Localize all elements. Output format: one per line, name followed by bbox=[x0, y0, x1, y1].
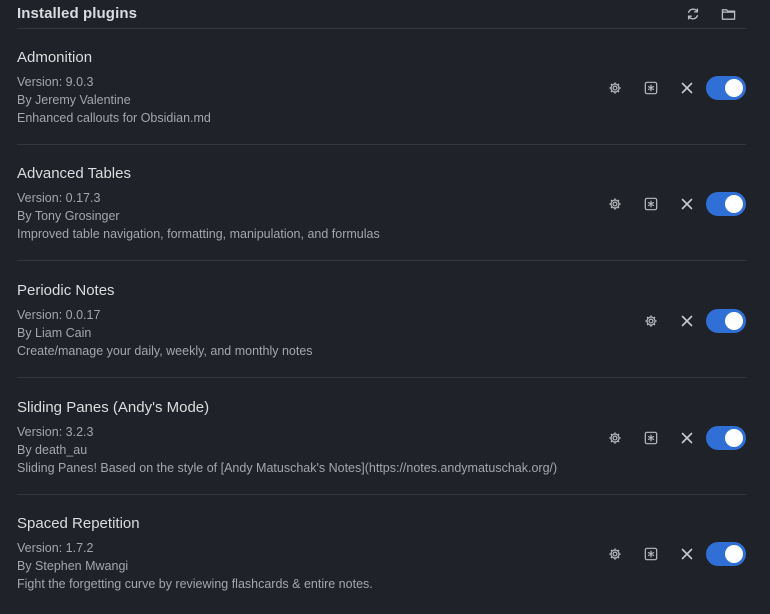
divider bbox=[17, 377, 746, 378]
divider bbox=[17, 260, 746, 261]
hotkeys-icon[interactable] bbox=[640, 427, 662, 449]
hotkeys-icon[interactable] bbox=[640, 543, 662, 565]
section-header: Installed plugins bbox=[17, 0, 746, 29]
plugin-description: Fight the forgetting curve by reviewing … bbox=[17, 577, 373, 591]
close-icon[interactable] bbox=[676, 310, 698, 332]
plugin-name: Admonition bbox=[17, 49, 93, 66]
folder-icon[interactable] bbox=[720, 6, 736, 22]
plugin-author: By Jeremy Valentine bbox=[17, 93, 131, 107]
section-title: Installed plugins bbox=[17, 5, 138, 22]
plugin-author: By Stephen Mwangi bbox=[17, 559, 129, 573]
gear-icon[interactable] bbox=[604, 193, 626, 215]
gear-icon[interactable] bbox=[604, 77, 626, 99]
plugin-item: Admonition Version: 9.0.3 By Jeremy Valent… bbox=[17, 29, 746, 145]
plugin-name: Sliding Panes (Andy's Mode) bbox=[17, 399, 210, 416]
plugin-description: Sliding Panes! Based on the style of [An… bbox=[17, 461, 558, 475]
plugin-item: Advanced Tables Version: 0.17.3 By Tony Gr… bbox=[17, 145, 746, 261]
close-icon[interactable] bbox=[676, 427, 698, 449]
plugin-version: Version: 1.7.2 bbox=[17, 541, 94, 555]
plugin-enable-toggle[interactable] bbox=[706, 426, 746, 450]
gear-icon[interactable] bbox=[604, 427, 626, 449]
plugin-version: Version: 9.0.3 bbox=[17, 75, 94, 89]
plugin-description: Create/manage your daily, weekly, and mo… bbox=[17, 344, 313, 358]
plugin-version: Version: 0.0.17 bbox=[17, 308, 101, 322]
close-icon[interactable] bbox=[676, 543, 698, 565]
plugin-description: Enhanced callouts for Obsidian.md bbox=[17, 111, 211, 125]
close-icon[interactable] bbox=[676, 193, 698, 215]
plugin-item: Sliding Panes (Andy's Mode) Version: 3.2.… bbox=[17, 379, 746, 495]
plugin-name: Spaced Repetition bbox=[17, 515, 140, 532]
plugin-author: By Liam Cain bbox=[17, 326, 92, 340]
toggle-knob bbox=[725, 195, 743, 213]
hotkeys-icon[interactable] bbox=[640, 193, 662, 215]
installed-plugins-panel: Installed plugins Admonition Version: 9.0… bbox=[0, 0, 770, 614]
plugin-enable-toggle[interactable] bbox=[706, 542, 746, 566]
reload-icon[interactable] bbox=[685, 6, 701, 22]
plugin-version: Version: 3.2.3 bbox=[17, 425, 94, 439]
plugin-description: Improved table navigation, formatting, m… bbox=[17, 227, 380, 241]
toggle-knob bbox=[725, 545, 743, 563]
plugin-item: Spaced Repetition Version: 1.7.2 By Stephe… bbox=[17, 495, 746, 611]
toggle-knob bbox=[725, 429, 743, 447]
plugin-name: Periodic Notes bbox=[17, 282, 115, 299]
toggle-knob bbox=[725, 312, 743, 330]
plugin-enable-toggle[interactable] bbox=[706, 309, 746, 333]
plugin-author: By death_au bbox=[17, 443, 88, 457]
close-icon[interactable] bbox=[676, 77, 698, 99]
plugin-name: Advanced Tables bbox=[17, 165, 131, 182]
plugin-enable-toggle[interactable] bbox=[706, 192, 746, 216]
plugin-version: Version: 0.17.3 bbox=[17, 191, 101, 205]
plugin-enable-toggle[interactable] bbox=[706, 76, 746, 100]
toggle-knob bbox=[725, 79, 743, 97]
hotkeys-icon[interactable] bbox=[640, 77, 662, 99]
plugin-item: Periodic Notes Version: 0.0.17 By Liam Cai… bbox=[17, 262, 746, 378]
gear-icon[interactable] bbox=[604, 543, 626, 565]
plugin-author: By Tony Grosinger bbox=[17, 209, 120, 223]
gear-icon[interactable] bbox=[640, 310, 662, 332]
